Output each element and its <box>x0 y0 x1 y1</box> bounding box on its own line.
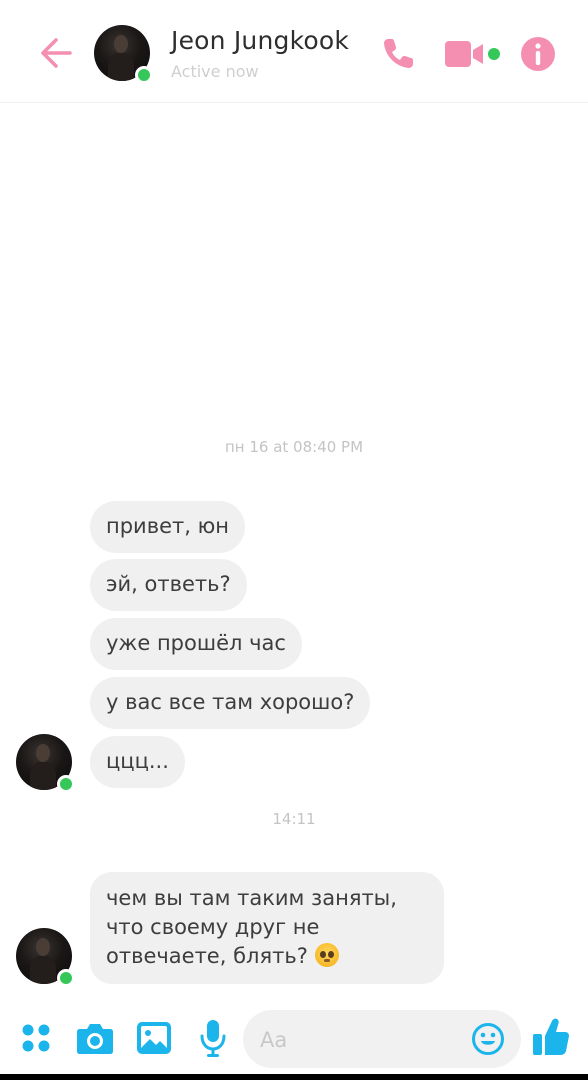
active-status: Active now <box>171 62 259 81</box>
menu-dots-icon[interactable] <box>20 1022 52 1054</box>
microphone-icon[interactable] <box>199 1018 227 1058</box>
system-nav-bar <box>0 1074 588 1080</box>
phone-icon[interactable] <box>380 34 418 72</box>
message-bubble[interactable]: привет, юн <box>90 501 245 553</box>
emoji-icon[interactable] <box>471 1022 505 1056</box>
online-status-dot <box>57 969 75 987</box>
message-input-container[interactable] <box>243 1010 521 1070</box>
contact-avatar[interactable] <box>94 25 153 84</box>
online-status-dot <box>135 66 153 84</box>
thumbs-up-icon[interactable] <box>532 1017 570 1057</box>
message-bubble[interactable]: эй, ответь? <box>90 559 247 611</box>
message-bubble[interactable]: уже прошёл час <box>90 618 302 670</box>
message-input[interactable] <box>258 1010 462 1070</box>
contact-name[interactable]: Jeon Jungkook <box>171 26 349 55</box>
chat-header: Jeon Jungkook Active now <box>0 0 588 103</box>
camera-icon[interactable] <box>76 1020 114 1056</box>
message-bubble[interactable]: ццц... <box>90 736 185 788</box>
info-icon[interactable] <box>519 35 557 73</box>
video-camera-icon[interactable] <box>443 38 503 70</box>
sender-avatar[interactable] <box>16 734 75 793</box>
gallery-icon[interactable] <box>136 1021 172 1055</box>
message-bubble[interactable]: чем вы там таким заняты, что своему друг… <box>90 872 444 984</box>
message-timestamp: 14:11 <box>272 810 316 828</box>
message-composer <box>0 1000 588 1074</box>
message-text: чем вы там таким заняты, что своему друг… <box>106 886 397 968</box>
back-arrow-icon[interactable] <box>36 34 74 72</box>
pleading-face-emoji <box>314 943 339 967</box>
online-status-dot <box>57 775 75 793</box>
message-bubble[interactable]: у вас все там хорошо? <box>90 677 371 729</box>
sender-avatar[interactable] <box>16 928 75 987</box>
message-timestamp: пн 16 at 08:40 PM <box>224 438 364 456</box>
